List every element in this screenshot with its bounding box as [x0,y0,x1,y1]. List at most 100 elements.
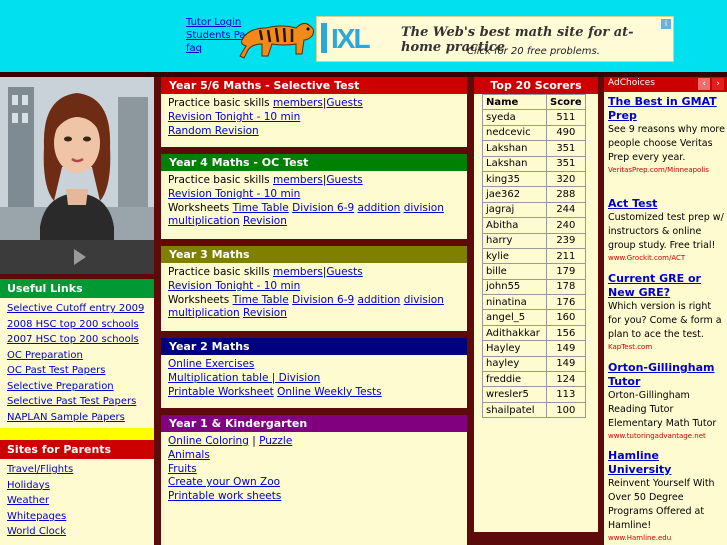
guests-link[interactable]: Guests [326,174,362,186]
ad-body: See 9 reasons why more people choose Ver… [608,124,725,163]
worksheet-link[interactable]: Division 6-9 [292,294,354,306]
table-row: Lakshan 351 [482,140,586,157]
revision-link[interactable]: Revision Tonight - 10 min [168,280,300,292]
puzzle-link[interactable]: Puzzle [259,435,292,447]
ad-body: Reinvent Yourself With Over 50 Degree Pr… [608,478,715,531]
table-row: john55 178 [482,278,586,296]
guests-link[interactable]: Guests [326,266,362,278]
worksheet-link[interactable]: Division 6-9 [292,202,354,214]
prev-ad-icon[interactable]: ‹ [698,78,710,90]
parent-link[interactable]: Travel/Flights [7,462,154,478]
zoo-link[interactable]: Create your Own Zoo [168,476,280,488]
ad-url[interactable]: VeritasPrep.com/Minneapolis [608,165,726,175]
worksheets-label: Worksheets [168,293,230,306]
parent-link[interactable]: Holidays [7,478,154,494]
random-revision-link[interactable]: Random Revision [168,125,259,137]
avatar-video[interactable] [0,77,154,240]
online-exercises-link[interactable]: Online Exercises [168,358,254,370]
top-banner: Tutor Login Students Page faq IXL The We… [0,0,727,72]
left-column: Useful Links Selective Cutoff entry 2009… [0,77,154,545]
text-ad[interactable]: The Best in GMAT Prep See 9 reasons why m… [608,95,726,175]
fruits-link[interactable]: Fruits [168,463,197,475]
useful-link[interactable]: OC Preparation [7,348,154,364]
useful-link[interactable]: Selective Past Test Papers [7,394,154,410]
scorers-table: Name Score syeda 511 nedcevic 490 Lakshan 351… [482,93,586,419]
ad-title[interactable]: Orton-Gillingham Tutor [608,361,726,389]
scorer-score: 351 [546,155,586,172]
useful-link[interactable]: NAPLAN Sample Papers [7,410,154,426]
adchoices-label[interactable]: AdChoices [608,78,655,88]
ixl-cta[interactable]: Click for 20 free problems. [467,46,600,57]
parent-link[interactable]: Whitepages [7,509,154,525]
ad-title[interactable]: Hamline University [608,449,726,477]
text-ad[interactable]: Current GRE or New GRE? Which version is … [608,272,726,352]
worksheet-link[interactable]: Revision [243,307,287,319]
scorer-name: hayley [482,355,547,373]
worksheet-link[interactable]: multiplication [168,215,240,227]
ad-title[interactable]: Act Test [608,197,726,211]
scorer-score: 179 [546,263,586,280]
useful-link[interactable]: Selective Cutoff entry 2009 [7,301,154,317]
parent-link[interactable]: World Clock [7,524,154,540]
revision-link[interactable]: Revision Tonight - 10 min [168,188,300,200]
scorer-name: harry [482,232,547,249]
worksheet-link[interactable]: division [404,294,444,306]
worksheet-link[interactable]: Revision [243,215,287,227]
scorer-name: Lakshan [482,155,547,172]
ixl-ad-banner[interactable]: IXL The Web's best math site for at-home… [316,16,674,62]
table-row: king35 320 [482,170,586,188]
table-row: shailpatel 100 [482,401,586,419]
members-link[interactable]: members [273,174,323,186]
ad-url[interactable]: KapTest.com [608,342,726,352]
worksheet-link[interactable]: addition [358,294,401,306]
scorer-score: 490 [546,124,586,142]
animals-link[interactable]: Animals [168,449,210,461]
section-year-1-kindergarten: Year 1 & Kindergarten Online Coloring | … [161,415,467,545]
text-ad[interactable]: Orton-Gillingham Tutor Orton-Gillingham R… [608,361,726,441]
scorer-name: nedcevic [482,124,547,142]
tiger-logo-icon [239,22,315,59]
worksheet-link[interactable]: Time Table [233,294,289,306]
text-ad[interactable]: Hamline University Reinvent Yourself With… [608,449,726,543]
guests-link[interactable]: Guests [326,97,362,109]
worksheet-link[interactable]: Time Table [233,202,289,214]
ad-url[interactable]: www.Grockit.com/ACT [608,253,726,263]
table-row: kylie 211 [482,247,586,265]
scorer-name: jae362 [482,186,547,203]
score-column-header: Score [546,93,586,111]
printable-sheets-link[interactable]: Printable work sheets [168,490,281,502]
scorer-score: 244 [546,201,586,219]
worksheet-link[interactable]: division [404,202,444,214]
text-ad[interactable]: Act Test Customized test prep w/ instruct… [608,197,726,263]
members-link[interactable]: members [273,97,323,109]
practice-label: Practice basic skills [168,97,270,109]
parent-link[interactable]: Weather [7,493,154,509]
weekly-tests-link[interactable]: Online Weekly Tests [277,386,382,398]
ad-url[interactable]: www.tutoringadvantage.net [608,431,726,441]
ad-url[interactable]: www.Hamline.edu [608,533,726,543]
ad-body: Orton-Gillingham Reading Tutor Elementar… [608,390,717,429]
multiplication-link[interactable]: Multiplication table | Division [168,372,320,384]
scorer-score: 239 [546,232,586,249]
useful-link[interactable]: 2008 HSC top 200 schools [7,317,154,333]
useful-link[interactable]: 2007 HSC top 200 schools [7,332,154,348]
printable-worksheet-link[interactable]: Printable Worksheet [168,386,274,398]
play-icon[interactable] [74,249,86,265]
table-row: angel_5 160 [482,309,586,326]
revision-link[interactable]: Revision Tonight - 10 min [168,111,300,123]
worksheets-label: Worksheets [168,201,230,214]
ad-title[interactable]: The Best in GMAT Prep [608,95,726,123]
ixl-logo: IXL [331,23,371,54]
next-ad-icon[interactable]: › [712,78,724,90]
ad-title[interactable]: Current GRE or New GRE? [608,272,726,300]
useful-links-header: Useful Links [0,279,154,298]
coloring-link[interactable]: Online Coloring [168,435,249,447]
useful-link[interactable]: Selective Preparation [7,379,154,395]
worksheet-link[interactable]: addition [358,202,401,214]
scorer-name: king35 [482,170,547,188]
ad-info-icon[interactable]: i [661,19,671,29]
worksheet-link[interactable]: multiplication [168,307,240,319]
useful-link[interactable]: OC Past Test Papers [7,363,154,379]
section-title: Year 2 Maths [161,338,467,355]
members-link[interactable]: members [273,266,323,278]
